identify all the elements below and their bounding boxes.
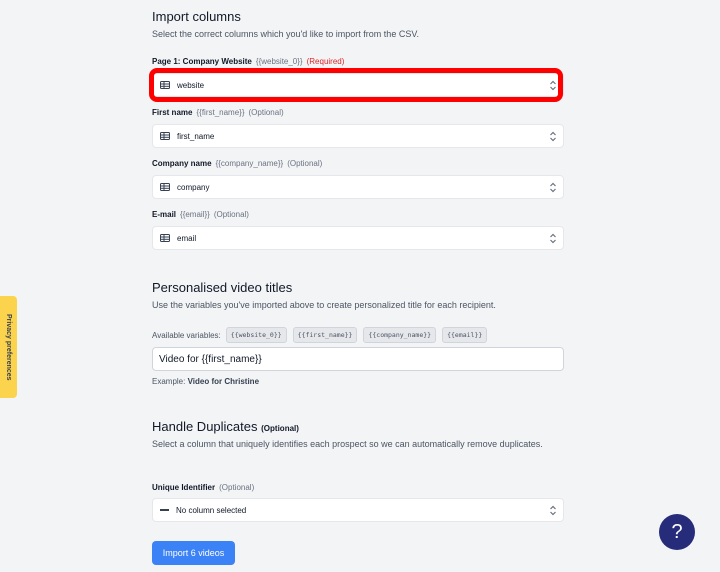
import-columns-description: Select the correct columns which you'd l… — [152, 29, 419, 39]
field-label-website: Page 1: Company Website {{website_0}} (Req… — [152, 57, 344, 66]
privacy-preferences-tab[interactable]: Privacy preferences — [0, 296, 17, 398]
company-name-column-select[interactable]: company — [152, 175, 564, 199]
variable-chip[interactable]: {{website_0}} — [225, 327, 287, 343]
field-optional: (Optional) — [248, 108, 284, 117]
example-value: Video for Christine — [187, 377, 260, 386]
import-columns-title: Import columns — [152, 9, 241, 24]
table-icon — [160, 132, 170, 140]
duplicates-title-optional: (Optional) — [261, 424, 299, 433]
field-name: First name — [152, 108, 193, 117]
field-variable: {{email}} — [180, 210, 210, 219]
privacy-preferences-label: Privacy preferences — [5, 313, 12, 381]
available-variables-label: Available variables: — [152, 330, 221, 340]
chevron-up-down-icon — [550, 80, 556, 91]
field-optional: (Optional) — [213, 210, 249, 219]
duplicates-description: Select a column that uniquely identifies… — [152, 439, 543, 449]
example-text: Example: Video for Christine — [152, 377, 259, 386]
select-value: company — [177, 182, 210, 192]
minus-icon — [160, 509, 169, 511]
example-prefix: Example: — [152, 377, 186, 386]
video-titles-title: Personalised video titles — [152, 280, 293, 295]
chevron-up-down-icon — [550, 131, 556, 142]
variable-chip[interactable]: {{company_name}} — [363, 327, 437, 343]
duplicates-title-text: Handle Duplicates — [152, 419, 258, 434]
table-icon — [160, 81, 170, 89]
field-optional: (Optional) — [287, 159, 323, 168]
table-icon — [160, 183, 170, 191]
field-label-email: E-mail {{email}} (Optional) — [152, 210, 249, 219]
field-label-company-name: Company name {{company_name}} (Optional) — [152, 159, 322, 168]
video-titles-description: Use the variables you've imported above … — [152, 300, 496, 310]
unique-identifier-select[interactable]: No column selected — [152, 498, 564, 522]
select-value: No column selected — [176, 505, 247, 515]
field-name: Company name — [152, 159, 212, 168]
field-variable: {{website_0}} — [255, 57, 303, 66]
import-videos-button[interactable]: Import 6 videos — [152, 541, 235, 565]
field-name: Unique Identifier — [152, 483, 216, 492]
variable-chip[interactable]: {{first_name}} — [292, 327, 358, 343]
duplicates-title: Handle Duplicates (Optional) — [152, 419, 299, 434]
table-icon — [160, 234, 170, 242]
chevron-up-down-icon — [550, 233, 556, 244]
field-optional: (Optional) — [219, 483, 255, 492]
website-column-select[interactable]: website — [152, 73, 564, 97]
first-name-column-select[interactable]: first_name — [152, 124, 564, 148]
field-label-first-name: First name {{first_name}} (Optional) — [152, 108, 284, 117]
field-required: (Required) — [306, 57, 345, 66]
field-name: E-mail — [152, 210, 177, 219]
field-name: Page 1: Company Website — [152, 57, 252, 66]
field-label-unique-identifier: Unique Identifier (Optional) — [152, 483, 254, 492]
email-column-select[interactable]: email — [152, 226, 564, 250]
select-value: website — [177, 80, 205, 90]
chevron-up-down-icon — [550, 182, 556, 193]
chevron-up-down-icon — [550, 505, 556, 516]
select-value: first_name — [177, 131, 215, 141]
field-variable: {{company_name}} — [215, 159, 284, 168]
field-variable: {{first_name}} — [196, 108, 245, 117]
video-title-input[interactable]: Video for {{first_name}} — [152, 347, 564, 371]
help-button[interactable]: ? — [659, 514, 695, 550]
available-variables: Available variables: {{website_0}} {{fir… — [152, 327, 493, 343]
variable-chip[interactable]: {{email}} — [442, 327, 488, 343]
select-value: email — [177, 233, 197, 243]
